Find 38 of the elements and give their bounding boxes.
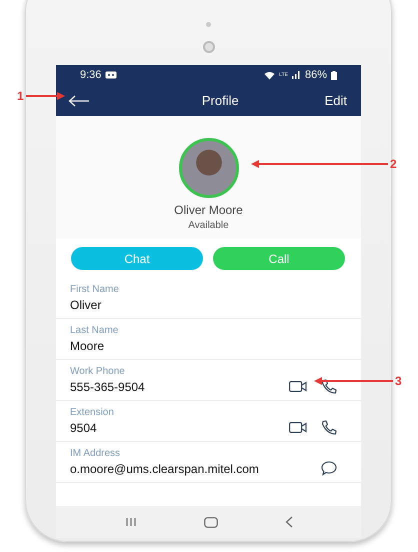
- battery-percent: 86%: [304, 69, 327, 81]
- wifi-icon: [264, 70, 276, 80]
- phone-icon[interactable]: [321, 378, 337, 394]
- presence-status: Available: [188, 220, 229, 231]
- chat-bubble-icon[interactable]: [321, 460, 337, 476]
- speaker-slot: [206, 22, 211, 27]
- recent-apps-icon[interactable]: [124, 517, 136, 527]
- field-value: o.moore@ums.clearspan.mitel.com: [70, 462, 259, 476]
- field-value: 555-365-9504: [70, 380, 145, 394]
- field-label: IM Address: [70, 448, 122, 459]
- battery-icon: [331, 70, 337, 80]
- callout-arrow: [26, 91, 66, 101]
- edit-button[interactable]: Edit: [322, 91, 349, 110]
- callout-number: 2: [390, 157, 397, 171]
- callout-number: 3: [395, 374, 402, 388]
- field-label: First Name: [70, 284, 119, 295]
- field-label: Last Name: [70, 325, 118, 336]
- contact-name: Oliver Moore: [174, 203, 243, 217]
- field-value: Moore: [70, 339, 106, 353]
- video-camera-icon[interactable]: [289, 422, 307, 432]
- page-title: Profile: [202, 93, 239, 108]
- field-label: Extension: [70, 407, 114, 418]
- signal-icon: [292, 71, 301, 79]
- video-camera-icon[interactable]: [289, 380, 307, 392]
- camera-lens: [202, 41, 214, 53]
- phone-icon[interactable]: [321, 420, 337, 434]
- field-value: 9504: [70, 421, 98, 435]
- callout-number: 1: [17, 89, 24, 103]
- home-icon[interactable]: [204, 516, 218, 528]
- chat-button[interactable]: Chat: [71, 247, 203, 270]
- back-arrow-icon: [68, 94, 90, 106]
- back-icon[interactable]: [284, 516, 292, 528]
- back-button[interactable]: [66, 92, 92, 108]
- field-value: Oliver: [70, 298, 102, 312]
- status-time: 9:36: [80, 69, 102, 81]
- field-label: Work Phone: [70, 366, 126, 377]
- message-icon: [105, 70, 118, 80]
- call-button[interactable]: Call: [213, 247, 345, 270]
